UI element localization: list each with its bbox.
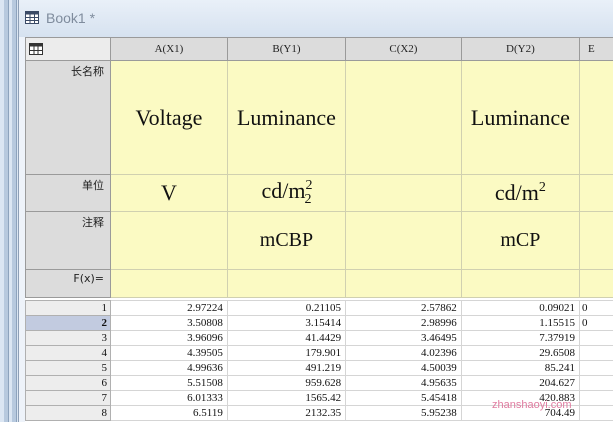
window-title: Book1 * [46, 10, 96, 26]
data-cell[interactable]: 6.01333 [110, 390, 228, 406]
worksheet[interactable]: A(X1) B(Y1) C(X2) D(Y2) E 长名称 Voltage Lu… [25, 37, 613, 422]
data-cell[interactable]: 5.95238 [345, 405, 462, 421]
table-row: 2 3.50808 3.15414 2.98996 1.15515 0 [25, 315, 613, 331]
data-cell[interactable]: 4.50039 [345, 360, 462, 376]
data-cell[interactable] [578, 360, 613, 376]
column-header-a[interactable]: A(X1) [110, 37, 228, 61]
row-number[interactable]: 2 [25, 315, 112, 331]
worksheet-grid: A(X1) B(Y1) C(X2) D(Y2) E 长名称 Voltage Lu… [25, 37, 613, 421]
column-header-e[interactable]: E [578, 37, 613, 61]
units-cell[interactable]: V [110, 174, 228, 212]
data-cell[interactable]: 6.5119 [110, 405, 228, 421]
formula-cell[interactable] [578, 269, 613, 298]
unit-text: cd/m [261, 178, 306, 203]
data-cell[interactable]: 1.15515 [460, 315, 580, 331]
data-cell[interactable]: 0 [578, 300, 613, 316]
data-cell[interactable]: 204.627 [460, 375, 580, 391]
data-cell[interactable]: 0.09021 [460, 300, 580, 316]
unit-text: V [161, 180, 177, 205]
column-header-d[interactable]: D(Y2) [460, 37, 580, 61]
data-cell[interactable]: 5.45418 [345, 390, 462, 406]
long-name-row-label[interactable]: 长名称 [25, 60, 112, 175]
data-cell[interactable]: 3.46495 [345, 330, 462, 346]
comment-cell[interactable] [578, 211, 613, 270]
data-cell[interactable] [578, 390, 613, 406]
row-number[interactable]: 3 [25, 330, 112, 346]
table-row: 3 3.96096 41.4429 3.46495 7.37919 [25, 330, 613, 346]
units-cell[interactable]: cd/m2 [460, 174, 580, 212]
data-cell[interactable]: 2.97224 [110, 300, 228, 316]
unit-superscript: 2 [538, 180, 546, 195]
column-header-b[interactable]: B(Y1) [226, 37, 347, 61]
data-cell[interactable]: 4.95635 [345, 375, 462, 391]
comment-cell[interactable]: mCBP [226, 211, 347, 270]
grid-icon [29, 43, 43, 55]
data-cell[interactable]: 0 [578, 315, 613, 331]
data-cell[interactable]: 5.51508 [110, 375, 228, 391]
data-cell[interactable]: 2.98996 [345, 315, 462, 331]
title-bar[interactable]: Book1 * [19, 0, 613, 37]
row-number[interactable]: 7 [25, 390, 112, 406]
column-header-c[interactable]: C(X2) [345, 37, 462, 61]
units-cell[interactable] [345, 174, 462, 212]
workbook-window[interactable]: Book1 * A(X1) B(Y1) C(X2) D(Y2) E 长名称 Vo… [18, 0, 613, 422]
unit-superscript: 2 [305, 178, 313, 193]
data-cell[interactable]: 491.219 [226, 360, 347, 376]
data-cell[interactable]: 959.628 [226, 375, 347, 391]
formula-cell[interactable] [460, 269, 580, 298]
data-cell[interactable] [578, 405, 613, 421]
row-number[interactable]: 8 [25, 405, 112, 421]
data-cell[interactable]: 29.6508 [460, 345, 580, 361]
long-name-cell[interactable] [345, 60, 462, 175]
row-number[interactable]: 5 [25, 360, 112, 376]
data-cell[interactable]: 1565.42 [226, 390, 347, 406]
select-all-corner[interactable] [25, 37, 112, 61]
data-cell[interactable] [578, 330, 613, 346]
window-edge [4, 0, 9, 422]
data-cell[interactable]: 3.50808 [110, 315, 228, 331]
workbook-icon [25, 11, 39, 24]
units-cell[interactable] [578, 174, 613, 212]
formula-cell[interactable] [226, 269, 347, 298]
data-cell[interactable] [578, 375, 613, 391]
formula-cell[interactable] [110, 269, 228, 298]
data-cell[interactable]: 2.57862 [345, 300, 462, 316]
long-name-cell[interactable]: Voltage [110, 60, 228, 175]
table-row: 5 4.99636 491.219 4.50039 85.241 [25, 360, 613, 376]
comments-row-label[interactable]: 注释 [25, 211, 112, 270]
units-cell[interactable]: cd/m22 [226, 174, 347, 212]
data-cell[interactable]: 4.39505 [110, 345, 228, 361]
data-cell[interactable]: 0.21105 [226, 300, 347, 316]
formula-row-label[interactable]: F(x)= [25, 269, 112, 298]
data-cell[interactable]: 3.96096 [110, 330, 228, 346]
data-cell[interactable]: 2132.35 [226, 405, 347, 421]
data-cell[interactable]: 85.241 [460, 360, 580, 376]
row-number[interactable]: 4 [25, 345, 112, 361]
long-name-cell[interactable] [578, 60, 613, 175]
data-cell[interactable]: 3.15414 [226, 315, 347, 331]
data-cell[interactable]: 4.02396 [345, 345, 462, 361]
watermark: zhanshaoyi.com [492, 399, 572, 411]
table-row: 6 5.51508 959.628 4.95635 204.627 [25, 375, 613, 391]
table-row: 1 2.97224 0.21105 2.57862 0.09021 0 [25, 300, 613, 316]
row-number[interactable]: 6 [25, 375, 112, 391]
data-cell[interactable]: 7.37919 [460, 330, 580, 346]
data-cell[interactable]: 41.4429 [226, 330, 347, 346]
long-name-cell[interactable]: Luminance [226, 60, 347, 175]
units-row-label[interactable]: 单位 [25, 174, 112, 212]
comment-cell[interactable] [345, 211, 462, 270]
comment-cell[interactable] [110, 211, 228, 270]
unit-subscript: 2 [304, 192, 312, 207]
row-number[interactable]: 1 [25, 300, 112, 316]
comment-cell[interactable]: mCP [460, 211, 580, 270]
window-edge [12, 0, 17, 422]
formula-cell[interactable] [345, 269, 462, 298]
long-name-cell[interactable]: Luminance [460, 60, 580, 175]
unit-text: cd/m [494, 180, 539, 205]
data-cell[interactable]: 179.901 [226, 345, 347, 361]
data-cell[interactable]: 4.99636 [110, 360, 228, 376]
data-cell[interactable] [578, 345, 613, 361]
table-row: 4 4.39505 179.901 4.02396 29.6508 [25, 345, 613, 361]
